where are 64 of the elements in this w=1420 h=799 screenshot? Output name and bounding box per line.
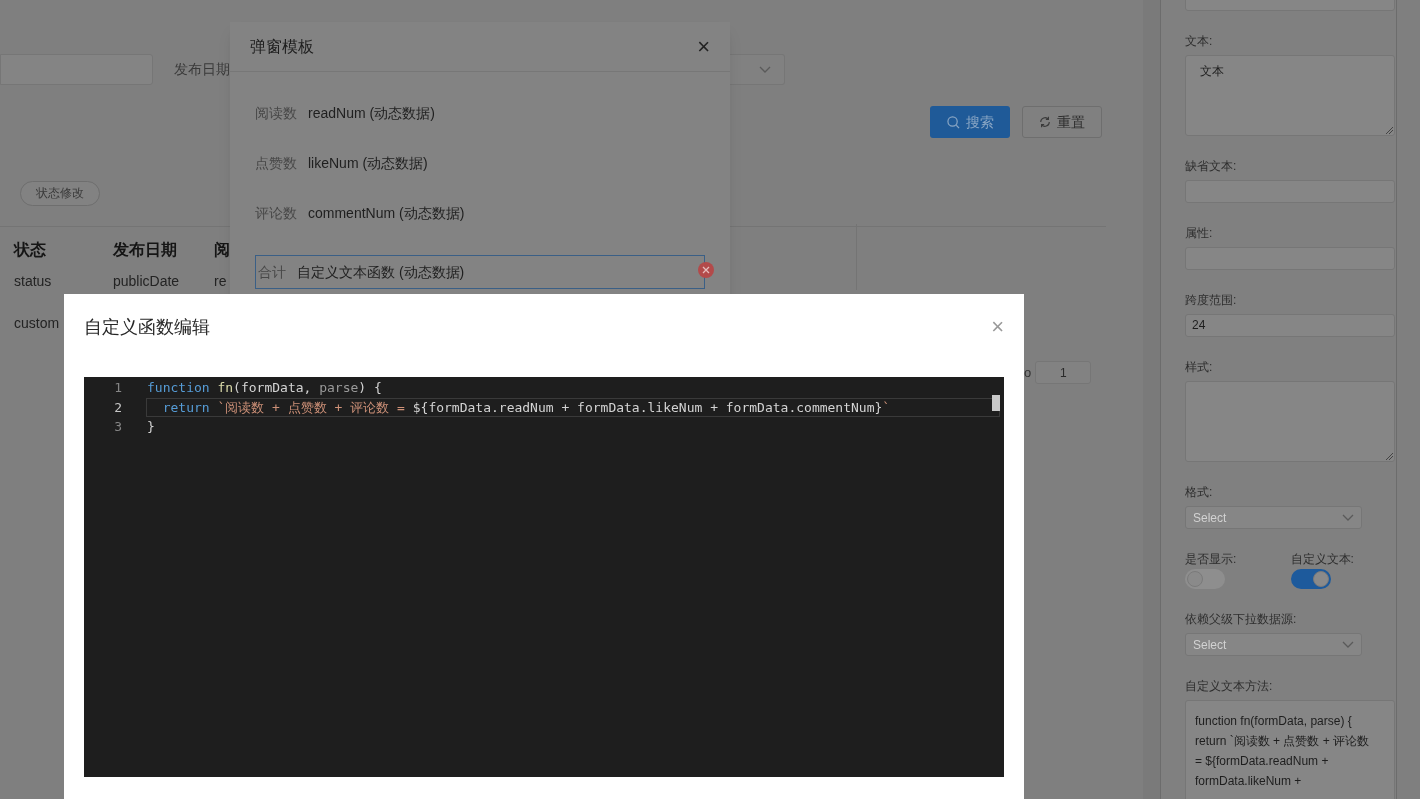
field-label: 是否显示: xyxy=(1185,551,1238,567)
field-label: 缺省文本: xyxy=(1185,158,1238,174)
column-header: 状态 xyxy=(14,240,46,258)
table-cell: publicDate xyxy=(113,272,180,289)
field-label: 样式: xyxy=(1185,359,1214,375)
line-number: 3 xyxy=(113,418,122,436)
code-editor[interactable]: 1 function fn(formData, parse) { 2 return `阅读数 + 点赞数 + 评论数 = ${formData.readNum + formData.likeNum + formData.commentNum}` 3 } xyxy=(84,377,1004,777)
template-item[interactable]: 合计 自定义文本函数 (动态数据) xyxy=(255,255,705,289)
field-label: 自定义文本: xyxy=(1290,551,1355,567)
item-value: commentNum (动态数据) xyxy=(308,203,465,223)
template-item[interactable]: 点赞数 likeNum (动态数据) xyxy=(255,138,705,188)
reset-button[interactable]: 重置 xyxy=(1022,106,1102,138)
table-cell: status xyxy=(14,272,52,289)
template-item[interactable]: 评论数 commentNum (动态数据) xyxy=(255,188,705,238)
dialog-title: 自定义函数编辑 xyxy=(84,315,210,339)
search-icon xyxy=(946,115,960,129)
chevron-down-icon xyxy=(759,65,771,74)
close-button[interactable]: × xyxy=(991,316,1004,338)
select-field[interactable]: Select xyxy=(1185,506,1362,529)
field-label: 依赖父级下拉数据源: xyxy=(1185,611,1298,627)
item-value: readNum (动态数据) xyxy=(308,103,435,123)
select-field[interactable]: Select xyxy=(1185,633,1362,656)
page-input[interactable]: 1 xyxy=(1035,361,1092,384)
item-label: 阅读数 xyxy=(255,103,297,123)
column-header: 阅 xyxy=(214,240,230,258)
remove-icon[interactable] xyxy=(698,262,714,278)
item-label: 点赞数 xyxy=(255,153,297,173)
chevron-down-icon xyxy=(1342,513,1354,522)
table-cell: custom xyxy=(14,314,60,331)
resize-handle-icon[interactable] xyxy=(1385,126,1393,134)
resize-handle-icon[interactable] xyxy=(1385,452,1393,460)
item-value: 自定义文本函数 (动态数据) xyxy=(297,262,465,282)
template-item[interactable]: 阅读数 readNum (动态数据) xyxy=(255,88,705,138)
line-number: 2 xyxy=(113,398,122,417)
field-label: 自定义文本方法: xyxy=(1185,678,1274,694)
code-text-area[interactable]: function fn(formData, parse) { return `阅读数 + 点赞数 + 评论数 = ${formData.readNum + formData.likeNum + xyxy=(1185,700,1395,799)
text-input[interactable] xyxy=(1185,247,1395,270)
table-cell: re xyxy=(214,272,227,289)
close-button[interactable]: × xyxy=(697,35,710,58)
column-header: 发布日期 xyxy=(113,240,177,258)
search-button[interactable]: 搜索 xyxy=(930,106,1010,138)
item-label: 合计 xyxy=(258,262,286,282)
pagination-label: o xyxy=(1024,363,1032,382)
text-area[interactable]: 文本 xyxy=(1185,55,1395,136)
line-number: 1 xyxy=(113,379,122,397)
text-area[interactable] xyxy=(1185,381,1395,462)
field-label: 文本: xyxy=(1185,33,1214,49)
text-input[interactable] xyxy=(1185,180,1395,203)
scrollbar-thumb[interactable] xyxy=(992,395,1000,411)
chevron-down-icon xyxy=(1342,640,1354,649)
code-line: } xyxy=(146,418,156,436)
field-label: 属性: xyxy=(1185,225,1214,241)
item-value: likeNum (动态数据) xyxy=(308,153,428,173)
toggle-switch[interactable] xyxy=(1290,569,1331,589)
status-button[interactable]: 状态修改 xyxy=(20,180,100,206)
text-input[interactable]: 24 xyxy=(1185,314,1395,337)
item-label: 评论数 xyxy=(255,203,297,223)
select-field[interactable] xyxy=(730,54,785,85)
field-label: 跨度范围: xyxy=(1185,292,1238,308)
code-line: function fn(formData, parse) { xyxy=(146,379,383,397)
filter-label: 发布日期 xyxy=(174,60,230,79)
refresh-icon xyxy=(1039,116,1051,128)
field-label: 格式: xyxy=(1185,484,1214,500)
dialog-title: 弹窗模板 xyxy=(250,36,314,57)
